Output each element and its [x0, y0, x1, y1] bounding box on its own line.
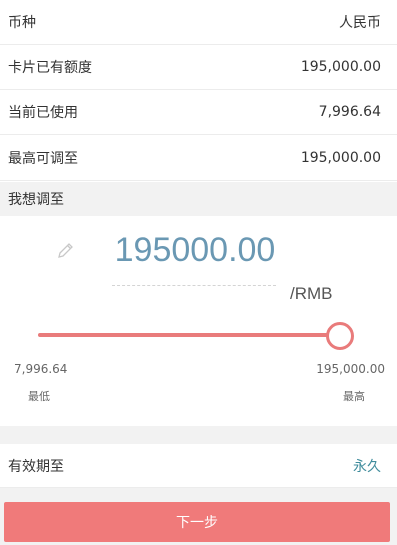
pencil-icon[interactable] — [56, 240, 76, 260]
section-gap — [0, 426, 397, 444]
card-limit-row: 卡片已有额度 195,000.00 — [0, 45, 397, 90]
used-amount-value: 7,996.64 — [318, 104, 381, 120]
amount-input[interactable]: 195000.00 — [110, 230, 280, 270]
currency-row: 币种 人民币 — [0, 0, 397, 45]
slider-thumb[interactable] — [326, 322, 354, 350]
used-amount-label: 当前已使用 — [8, 105, 78, 121]
currency-unit: /RMB — [290, 284, 333, 303]
slider-track[interactable] — [38, 333, 338, 337]
max-adjust-label: 最高可调至 — [8, 151, 78, 167]
max-adjust-row: 最高可调至 195,000.00 — [0, 136, 397, 181]
slider-min-label: 最低 — [28, 390, 50, 403]
expiry-row[interactable]: 有效期至 永久 — [0, 444, 397, 488]
next-step-button[interactable]: 下一步 — [4, 502, 390, 542]
used-amount-row: 当前已使用 7,996.64 — [0, 90, 397, 135]
max-adjust-value: 195,000.00 — [300, 150, 381, 166]
slider-min-value: 7,996.64 — [14, 362, 68, 376]
slider-max-label: 最高 — [343, 390, 365, 403]
expiry-label: 有效期至 — [8, 458, 64, 475]
card-limit-value: 195,000.00 — [300, 59, 381, 75]
card-limit-label: 卡片已有额度 — [8, 60, 92, 76]
amount-slider[interactable] — [38, 320, 358, 350]
expiry-value[interactable]: 永久 — [353, 456, 381, 476]
amount-area: 195000.00 /RMB 7,996.64 最低 195,000.00 最高 — [0, 216, 397, 426]
slider-max-value: 195,000.00 — [316, 362, 385, 376]
currency-label: 币种 — [8, 15, 36, 31]
currency-value: 人民币 — [339, 15, 381, 31]
amount-underline — [112, 285, 276, 286]
adjust-section-header: 我想调至 — [0, 182, 397, 216]
